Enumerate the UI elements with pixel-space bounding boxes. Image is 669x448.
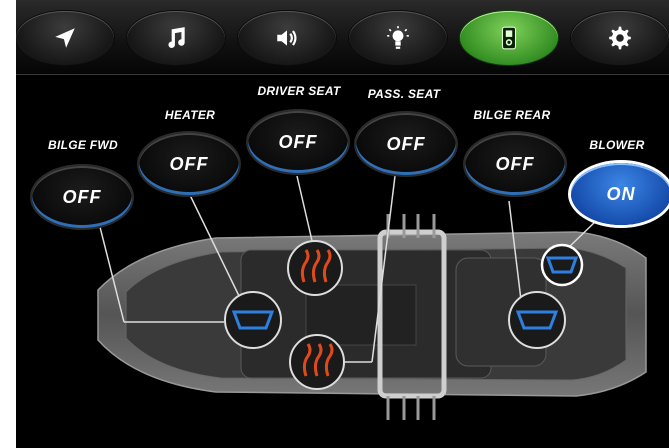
bilge-fwd-toggle[interactable]: OFF [32, 166, 132, 228]
heater-state: OFF [169, 153, 209, 174]
pass-seat-heater-marker [289, 334, 345, 390]
pass-seat-state: OFF [386, 133, 426, 154]
driver-seat-state: OFF [278, 131, 318, 152]
driver-seat-label: DRIVER SEAT [257, 84, 341, 98]
pass-seat-label: PASS. SEAT [367, 87, 441, 101]
bilge-fwd-state: OFF [62, 186, 102, 207]
bilge-rear-label: BILGE REAR [473, 108, 551, 122]
pass-seat-toggle[interactable]: OFF [356, 113, 456, 175]
blower-label: BLOWER [589, 138, 645, 152]
driver-seat-heater-marker [287, 240, 343, 296]
bilge-rear-toggle[interactable]: OFF [465, 133, 565, 195]
bilge-rear-state: OFF [495, 153, 535, 174]
bilge-fwd-label: BILGE FWD [47, 138, 119, 152]
heater-label: HEATER [164, 108, 216, 122]
bilge-rear-marker [508, 291, 566, 349]
blower-state: ON [606, 183, 636, 204]
boat-top-view [97, 175, 647, 420]
heater-toggle[interactable]: OFF [139, 133, 239, 195]
bilge-fwd-marker [224, 291, 282, 349]
blower-marker [540, 243, 584, 287]
blower-toggle[interactable]: ON [571, 163, 669, 225]
control-screen: BILGE FWD HEATER DRIVER SEAT PASS. SEAT … [16, 0, 669, 448]
driver-seat-toggle[interactable]: OFF [248, 111, 348, 173]
